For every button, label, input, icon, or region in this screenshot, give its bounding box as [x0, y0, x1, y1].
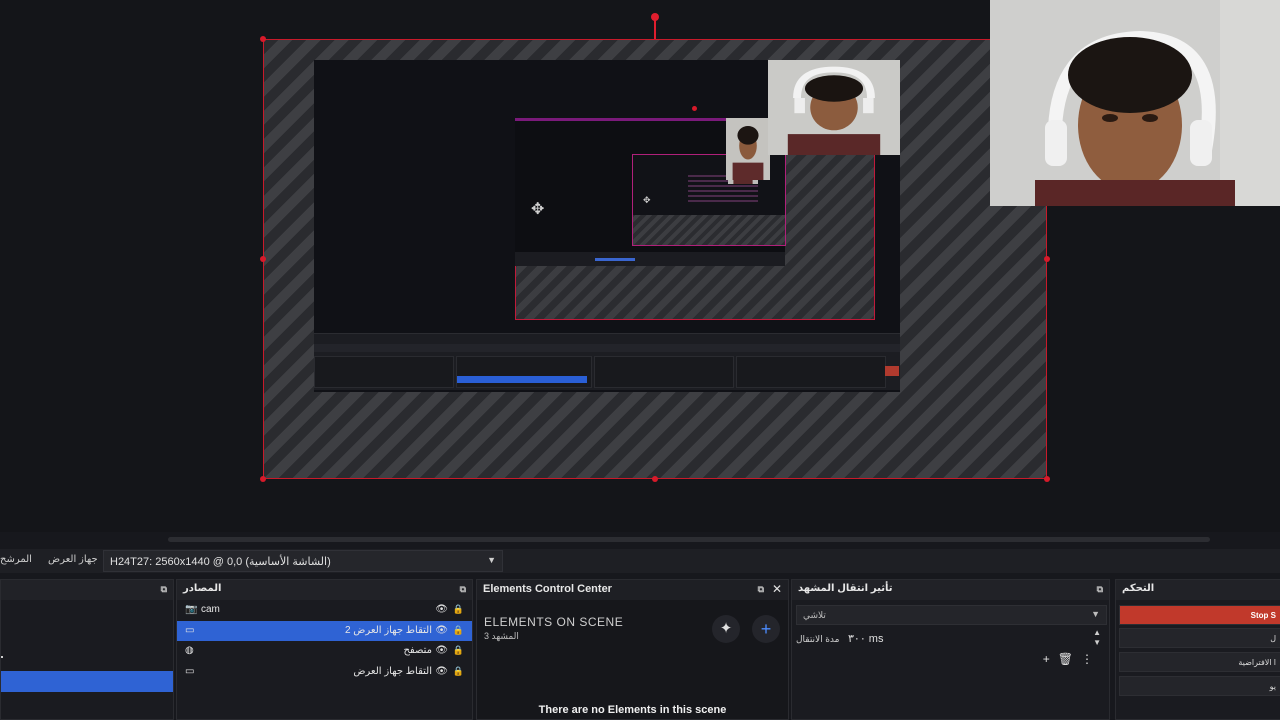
controls-title: التحكم: [1122, 583, 1155, 594]
control-button-2[interactable]: ل: [1119, 628, 1280, 648]
scene-transitions-dock: تأثير انتقال المشهد ⧉ تلاشي ▼ مدة الانتق…: [791, 579, 1110, 720]
rotation-line: [654, 20, 656, 39]
controls-dock-header: التحكم: [1116, 580, 1280, 600]
nested-move-cursor-icon: ✥: [643, 195, 651, 205]
resize-handle-br[interactable]: [1044, 476, 1050, 482]
source-item-display-capture-2[interactable]: ▭ التقاط جهاز العرض 2 👁 🔒: [177, 620, 472, 641]
globe-icon: ◍: [185, 645, 194, 656]
webcam-feed-small: [768, 60, 900, 155]
transition-tools: +🗑⋮: [1043, 652, 1101, 666]
nested-rotation-handle: [692, 106, 697, 111]
resize-handle-tl[interactable]: [260, 36, 266, 42]
source-item-display-capture[interactable]: ▭ التقاط جهاز العرض 👁 🔒: [177, 662, 472, 683]
ecc-heading: ELEMENTS ON SCENE: [484, 615, 624, 629]
move-cursor-icon: ✥: [531, 201, 545, 218]
preview-toolbar: المرشح جهاز العرض H24T27: 2560x1440 @ 0,…: [0, 549, 1280, 573]
source-label: متصفح: [403, 645, 432, 656]
popout-icon[interactable]: ⧉: [758, 584, 764, 595]
resize-handle-right[interactable]: [1044, 256, 1050, 262]
popout-icon[interactable]: ⧉: [1097, 584, 1103, 595]
add-icon[interactable]: +: [1043, 652, 1058, 666]
display-device-label: جهاز العرض: [48, 554, 98, 565]
scenes-dock-header: ⧉: [1, 580, 173, 600]
rotation-handle[interactable]: [651, 13, 659, 21]
lock-icon[interactable]: 🔒: [453, 625, 464, 636]
display-select[interactable]: H24T27: 2560x1440 @ 0,0 (الشاشة الأساسية…: [103, 550, 503, 572]
display-select-value: H24T27: 2560x1440 @ 0,0 (الشاشة الأساسية…: [110, 556, 331, 568]
transitions-title: تأثير انتقال المشهد: [798, 583, 893, 594]
sources-dock: المصادر ⧉ 📷 cam 👁 🔒 ▭ التقاط جهاز العرض …: [176, 579, 473, 720]
monitor-icon: ▭: [185, 624, 195, 636]
lock-icon[interactable]: 🔒: [453, 645, 464, 656]
transitions-dock-header: تأثير انتقال المشهد ⧉: [792, 580, 1109, 600]
controls-dock: التحكم Stop S ل ا الافتراضية يو: [1115, 579, 1280, 720]
close-icon[interactable]: ✕: [772, 582, 782, 596]
trash-icon[interactable]: 🗑: [1058, 652, 1081, 666]
more-icon[interactable]: ⋮: [1081, 652, 1101, 666]
preview-horizontal-scrollbar[interactable]: [168, 537, 1210, 542]
lock-icon[interactable]: 🔒: [453, 666, 464, 677]
eye-icon[interactable]: 👁: [435, 645, 448, 656]
transition-type-value: تلاشي: [803, 610, 826, 620]
control-button-4[interactable]: يو: [1119, 676, 1280, 696]
sources-title: المصادر: [183, 583, 222, 594]
resize-handle-bottom[interactable]: [652, 476, 658, 482]
virtual-camera-button[interactable]: ا الافتراضية: [1119, 652, 1280, 672]
monitor-icon: ▭: [185, 665, 195, 677]
plus-icon: +: [760, 619, 772, 639]
nested-dock: [314, 333, 900, 390]
eye-icon[interactable]: 👁: [435, 604, 448, 615]
source-label: التقاط جهاز العرض: [353, 665, 432, 677]
webcam-feed-tiny: [726, 118, 770, 180]
filter-label[interactable]: المرشح: [0, 554, 32, 565]
popout-icon[interactable]: ⧉: [460, 584, 466, 595]
eye-icon[interactable]: 👁: [435, 625, 448, 636]
source-label: cam: [201, 604, 220, 615]
scene-item-marker: [1, 656, 3, 658]
camera-icon: 📷: [185, 604, 198, 615]
preview-canvas[interactable]: ✥ ✥: [0, 0, 1280, 532]
lock-icon[interactable]: 🔒: [453, 604, 464, 615]
stop-streaming-button[interactable]: Stop S: [1119, 605, 1280, 625]
magic-sparkle-button[interactable]: ✦: [712, 615, 740, 643]
popout-icon[interactable]: ⧉: [161, 584, 167, 595]
ecc-empty-message: There are no Elements in this scene: [538, 704, 727, 716]
spinner-arrows-icon[interactable]: ▲ ▼: [1093, 628, 1101, 648]
sources-dock-header: المصادر ⧉: [177, 580, 472, 600]
eye-icon[interactable]: 👁: [435, 666, 448, 677]
webcam-feed: [990, 0, 1280, 206]
obs-window: ✥ ✥ المرشح جهاز العرض H24T27: 2560x1440 …: [0, 0, 1280, 720]
chevron-down-icon: ▼: [1091, 609, 1100, 619]
resize-handle-bl[interactable]: [260, 476, 266, 482]
nested-stop-button: [885, 366, 899, 376]
resize-handle-left[interactable]: [260, 256, 266, 262]
nested-dock-mini: [515, 252, 785, 266]
nested-selected-row: [457, 376, 587, 383]
chevron-down-icon: ▼: [487, 555, 496, 565]
scene-item-selected[interactable]: [1, 671, 173, 692]
duration-label: مدة الانتقال: [796, 634, 840, 644]
duration-input[interactable]: ٣٠٠ ms ▲ ▼: [842, 628, 1107, 648]
source-item-cam[interactable]: 📷 cam 👁 🔒: [177, 600, 472, 621]
elements-control-center-dock: Elements Control Center ⧉ ✕ ELEMENTS ON …: [476, 579, 789, 720]
duration-value: ٣٠٠ ms: [848, 633, 884, 645]
source-item-browser[interactable]: ◍ متصفح 👁 🔒: [177, 641, 472, 662]
transition-type-select[interactable]: تلاشي ▼: [796, 605, 1107, 625]
add-element-button[interactable]: +: [752, 615, 780, 643]
source-label: التقاط جهاز العرض 2: [344, 624, 432, 636]
scenes-dock: ⧉: [0, 579, 174, 720]
sparkle-icon: ✦: [719, 620, 733, 637]
ecc-scene-label: 3 المشهد: [484, 631, 519, 641]
ecc-dock-header: Elements Control Center ⧉ ✕: [477, 580, 788, 600]
ecc-title: Elements Control Center: [483, 583, 612, 595]
